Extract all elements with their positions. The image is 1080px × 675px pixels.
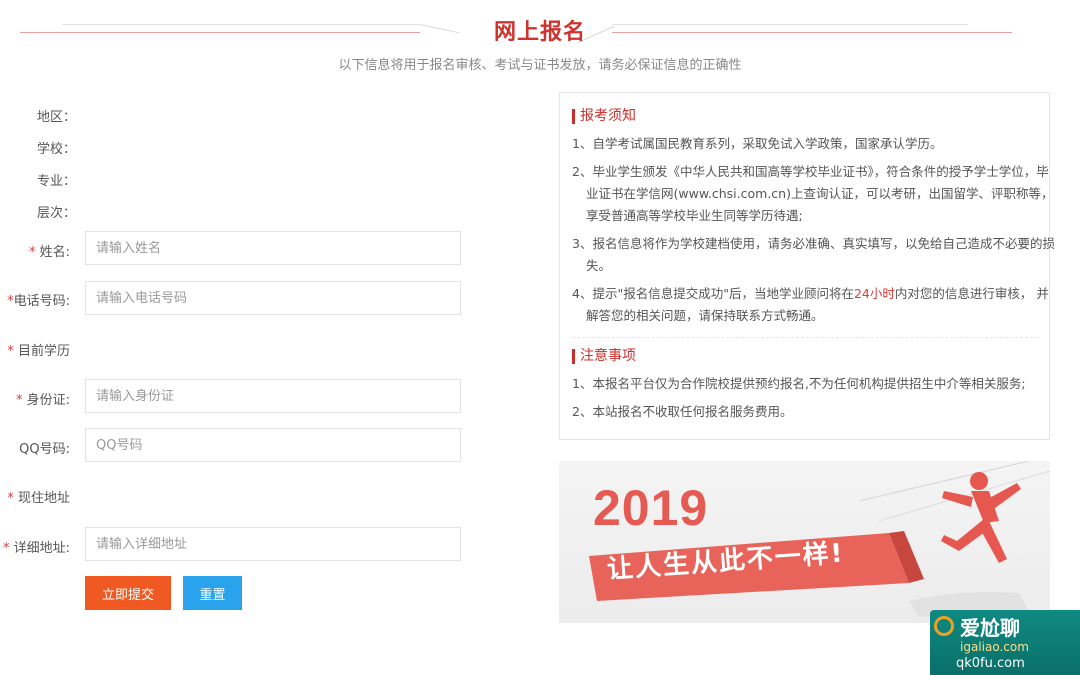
banner-year: 2019 [593,480,709,536]
notice-item: 4、提示"报名信息提交成功"后，当地学业顾问将在24小时内对您的信息进行审核， … [572,286,1049,323]
id-card-input[interactable] [85,379,461,413]
name-label: * 姓名: [28,245,70,260]
notice-item: 2、毕业学生颁发《中华人民共和国高等学校毕业证书》，符合条件的授予学士学位，毕业… [572,164,1054,223]
attention-item: 1、本报名平台仅为合作院校提供预约报名,不为任何机构提供招生中介等相关服务; [572,376,1026,391]
required-mark: * [2,541,10,556]
detail-address-input[interactable] [85,527,461,561]
attention-item: 2、本站报名不收取任何报名服务费用。 [572,404,793,419]
notice-title: 报考须知 [572,109,636,124]
phone-input[interactable] [85,281,461,315]
watermark-url-secondary: qk0fu.com [956,656,1025,671]
watermark-logo-icon [934,616,954,636]
reset-button[interactable]: 重置 [183,576,242,610]
runner-icon [941,472,1021,563]
qq-input[interactable] [85,428,461,462]
page-title: 网上报名 [493,20,586,45]
promo-banner: 2019 让人生从此不一样! [559,461,1050,623]
highlight-24h: 24小时 [853,286,895,301]
notice-divider [572,337,1038,339]
required-mark: * [28,245,36,260]
level-label: 层次： [37,206,77,221]
education-label: * 目前学历 [7,344,70,359]
attention-title: 注意事项 [572,349,636,364]
required-mark: * [7,344,14,359]
required-mark: * [7,491,14,506]
major-label: 专业： [37,174,77,189]
id-card-label: * 身份证: [15,393,70,408]
page-subtitle: 以下信息将用于报名审核、考试与证书发放，请务必保证信息的正确性 [338,58,742,73]
qq-label: QQ号码: [19,442,70,457]
notice-panel: 报考须知 1、自学考试属国民教育系列，采取免试入学政策，国家承认学历。 2、毕业… [559,92,1055,440]
address-label: * 现住地址 [7,491,70,506]
name-input[interactable] [85,231,461,265]
watermark-url: igaliao.com [960,640,1029,654]
site-watermark: 爱尬聊 igaliao.com qk0fu.com [930,610,1080,675]
required-mark: * [15,393,23,408]
school-label: 学校： [37,142,77,157]
detail-address-label: * 详细地址: [2,541,70,556]
submit-button[interactable]: 立即提交 [85,576,171,610]
phone-label: *电话号码: [7,294,70,309]
notice-item: 3、报名信息将作为学校建档使用，请务必准确、真实填写，以免给自己造成不必要的损失… [572,236,1055,273]
notice-item: 1、自学考试属国民教育系列，采取免试入学政策，国家承认学历。 [572,136,943,151]
region-label: 地区： [37,110,77,125]
watermark-main: 爱尬聊 [960,616,1020,640]
